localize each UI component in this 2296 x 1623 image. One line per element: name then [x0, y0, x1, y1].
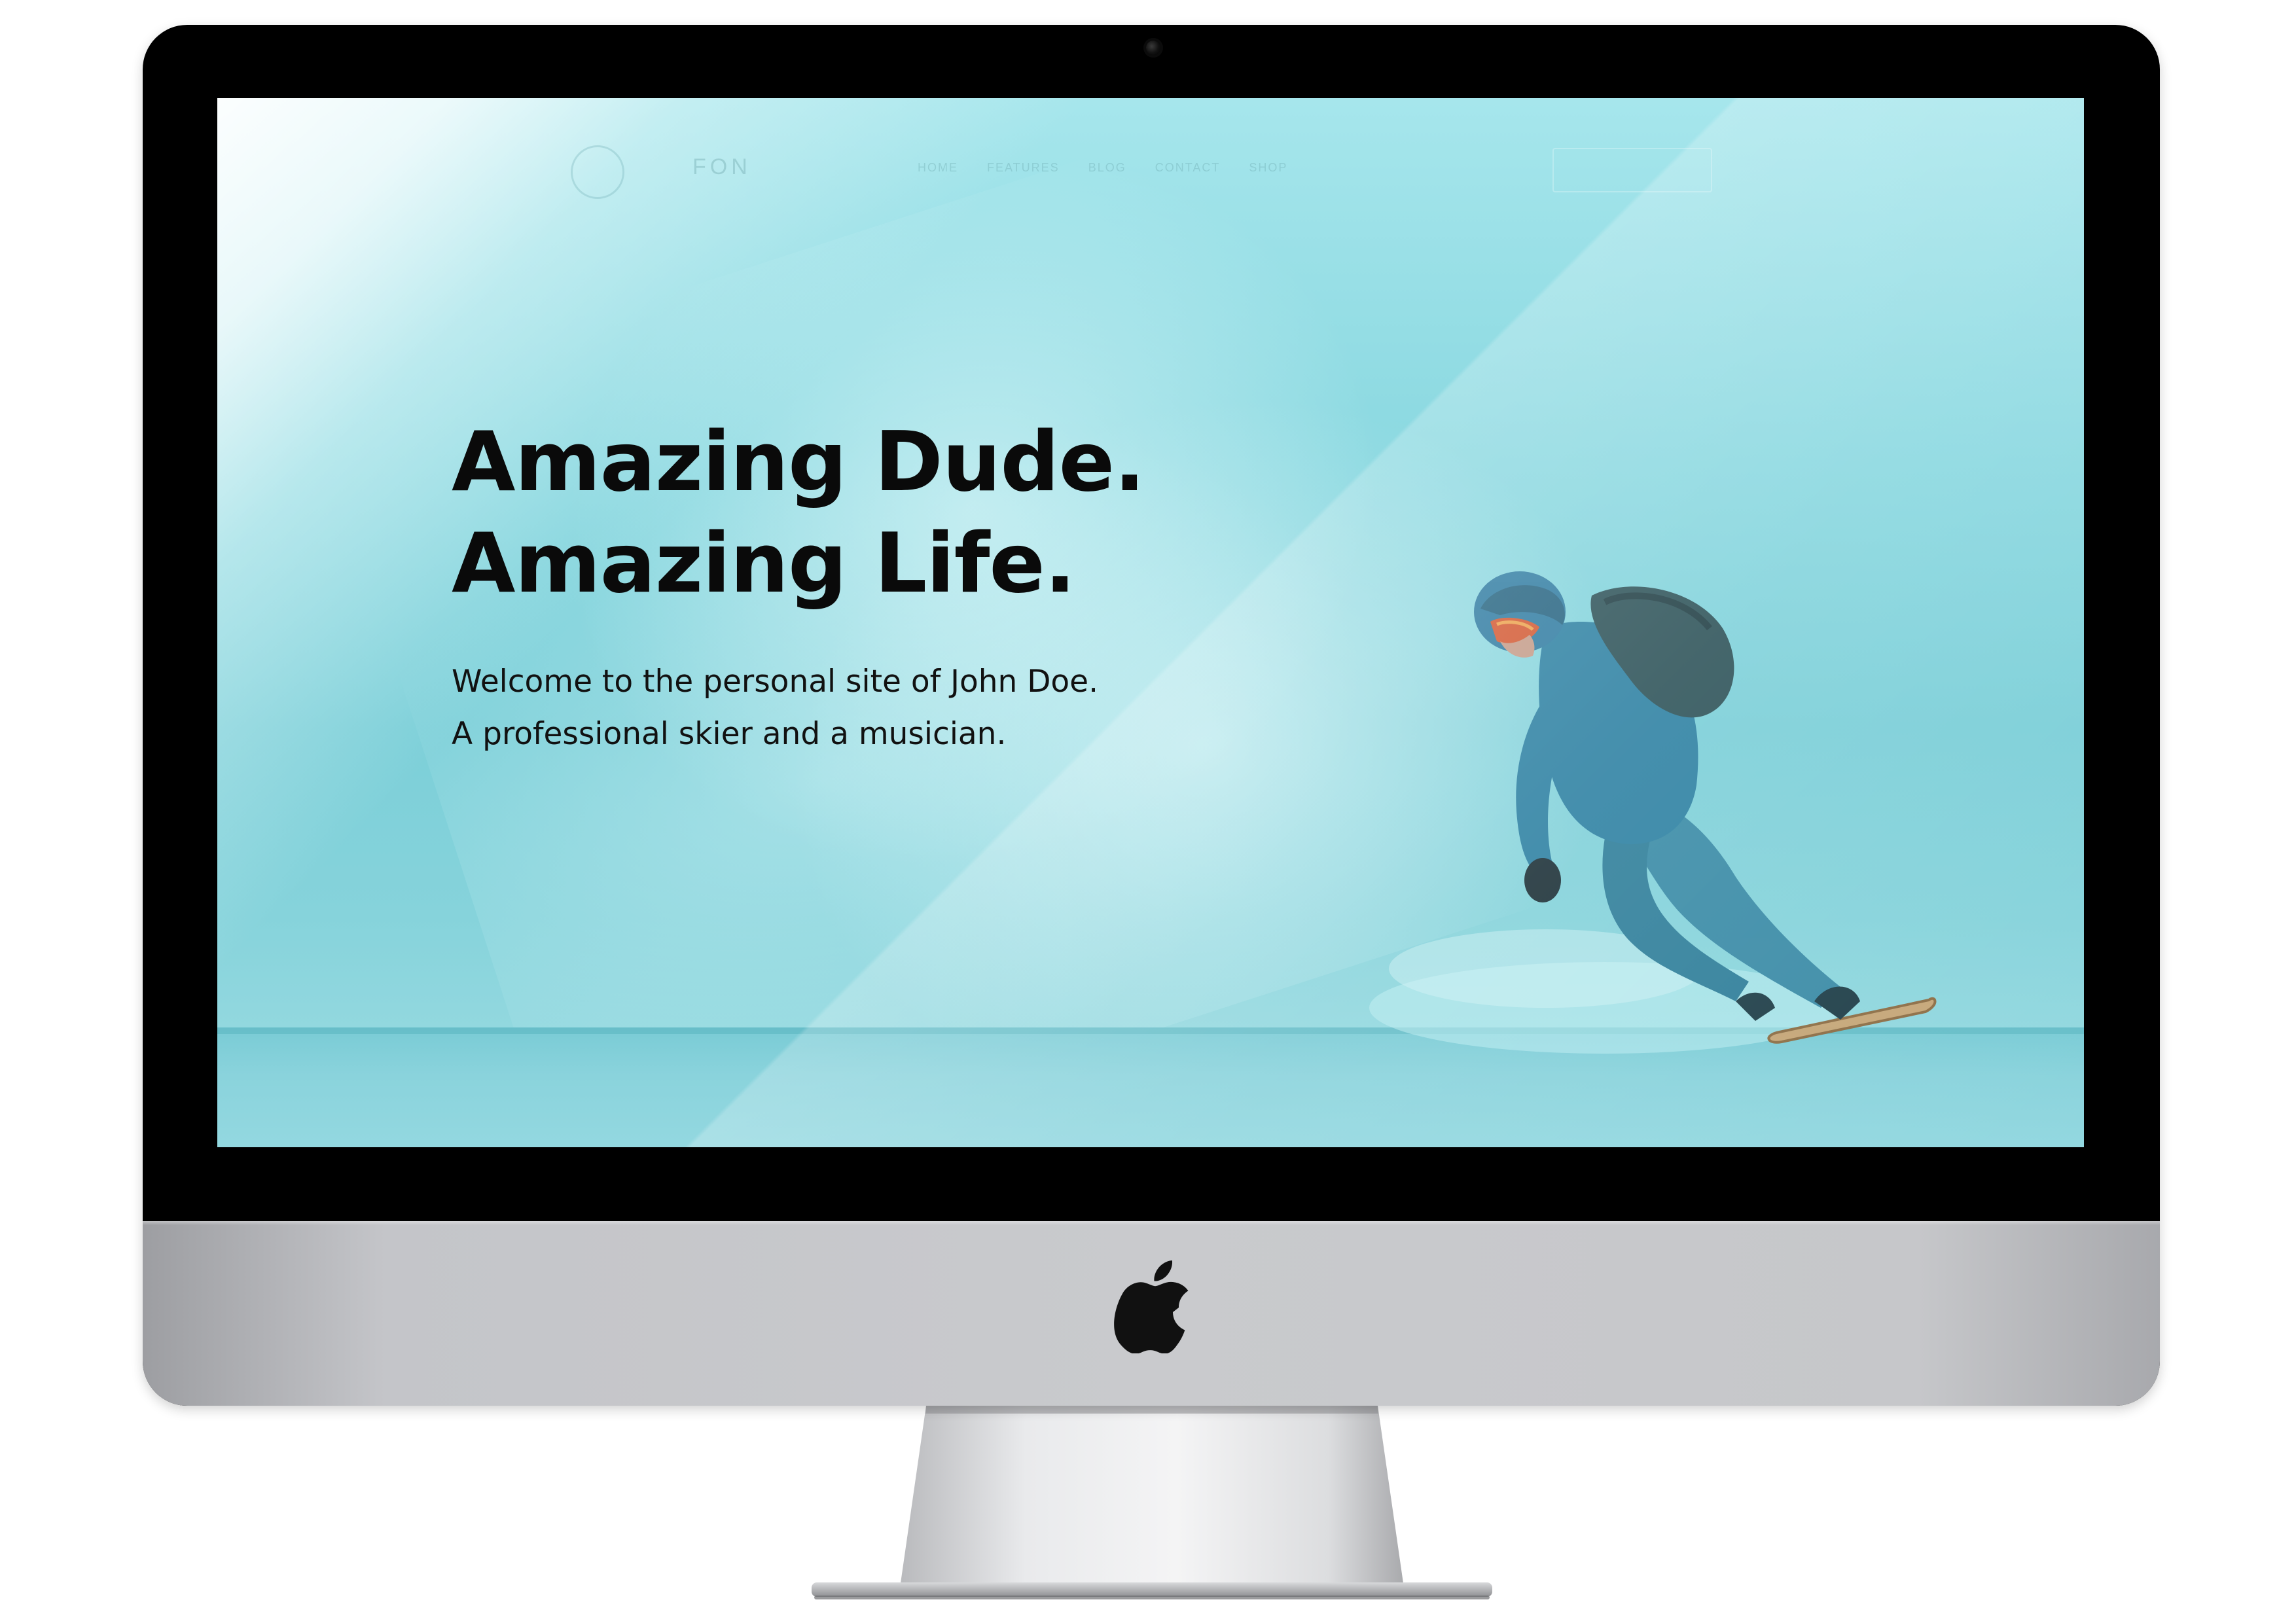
nav-links: HOME FEATURES BLOG CONTACT SHOP: [918, 161, 1287, 175]
apple-logo-icon: [1114, 1260, 1189, 1353]
hero-title: Amazing Dude. Amazing Life.: [452, 411, 1499, 614]
nav-link-features[interactable]: FEATURES: [987, 161, 1060, 175]
site-navbar: FON HOME FEATURES BLOG CONTACT SHOP: [217, 98, 2084, 199]
hero-title-line-2: Amazing Life.: [452, 515, 1076, 611]
hero-subtitle-line-1: Welcome to the personal site of John Doe…: [452, 664, 1099, 700]
nav-link-blog[interactable]: BLOG: [1088, 161, 1126, 175]
site-logo-icon[interactable]: [571, 145, 624, 199]
nav-link-contact[interactable]: CONTACT: [1155, 161, 1221, 175]
hero-subtitle: Welcome to the personal site of John Doe…: [452, 656, 1499, 760]
monitor-stand: [812, 1406, 1492, 1599]
hero-title-line-1: Amazing Dude.: [452, 414, 1145, 510]
website-screen: FON HOME FEATURES BLOG CONTACT SHOP Amaz…: [217, 98, 2084, 1147]
camera-icon: [1146, 41, 1160, 55]
mockup-stage: FON HOME FEATURES BLOG CONTACT SHOP Amaz…: [0, 0, 2296, 1623]
hero-subtitle-line-2: A professional skier and a musician.: [452, 716, 1007, 752]
site-logo-text[interactable]: FON: [692, 154, 751, 180]
nav-link-home[interactable]: HOME: [918, 161, 958, 175]
nav-link-shop[interactable]: SHOP: [1249, 161, 1287, 175]
nav-cta-button[interactable]: [1552, 148, 1712, 192]
hero-section: Amazing Dude. Amazing Life. Welcome to t…: [452, 411, 1499, 760]
